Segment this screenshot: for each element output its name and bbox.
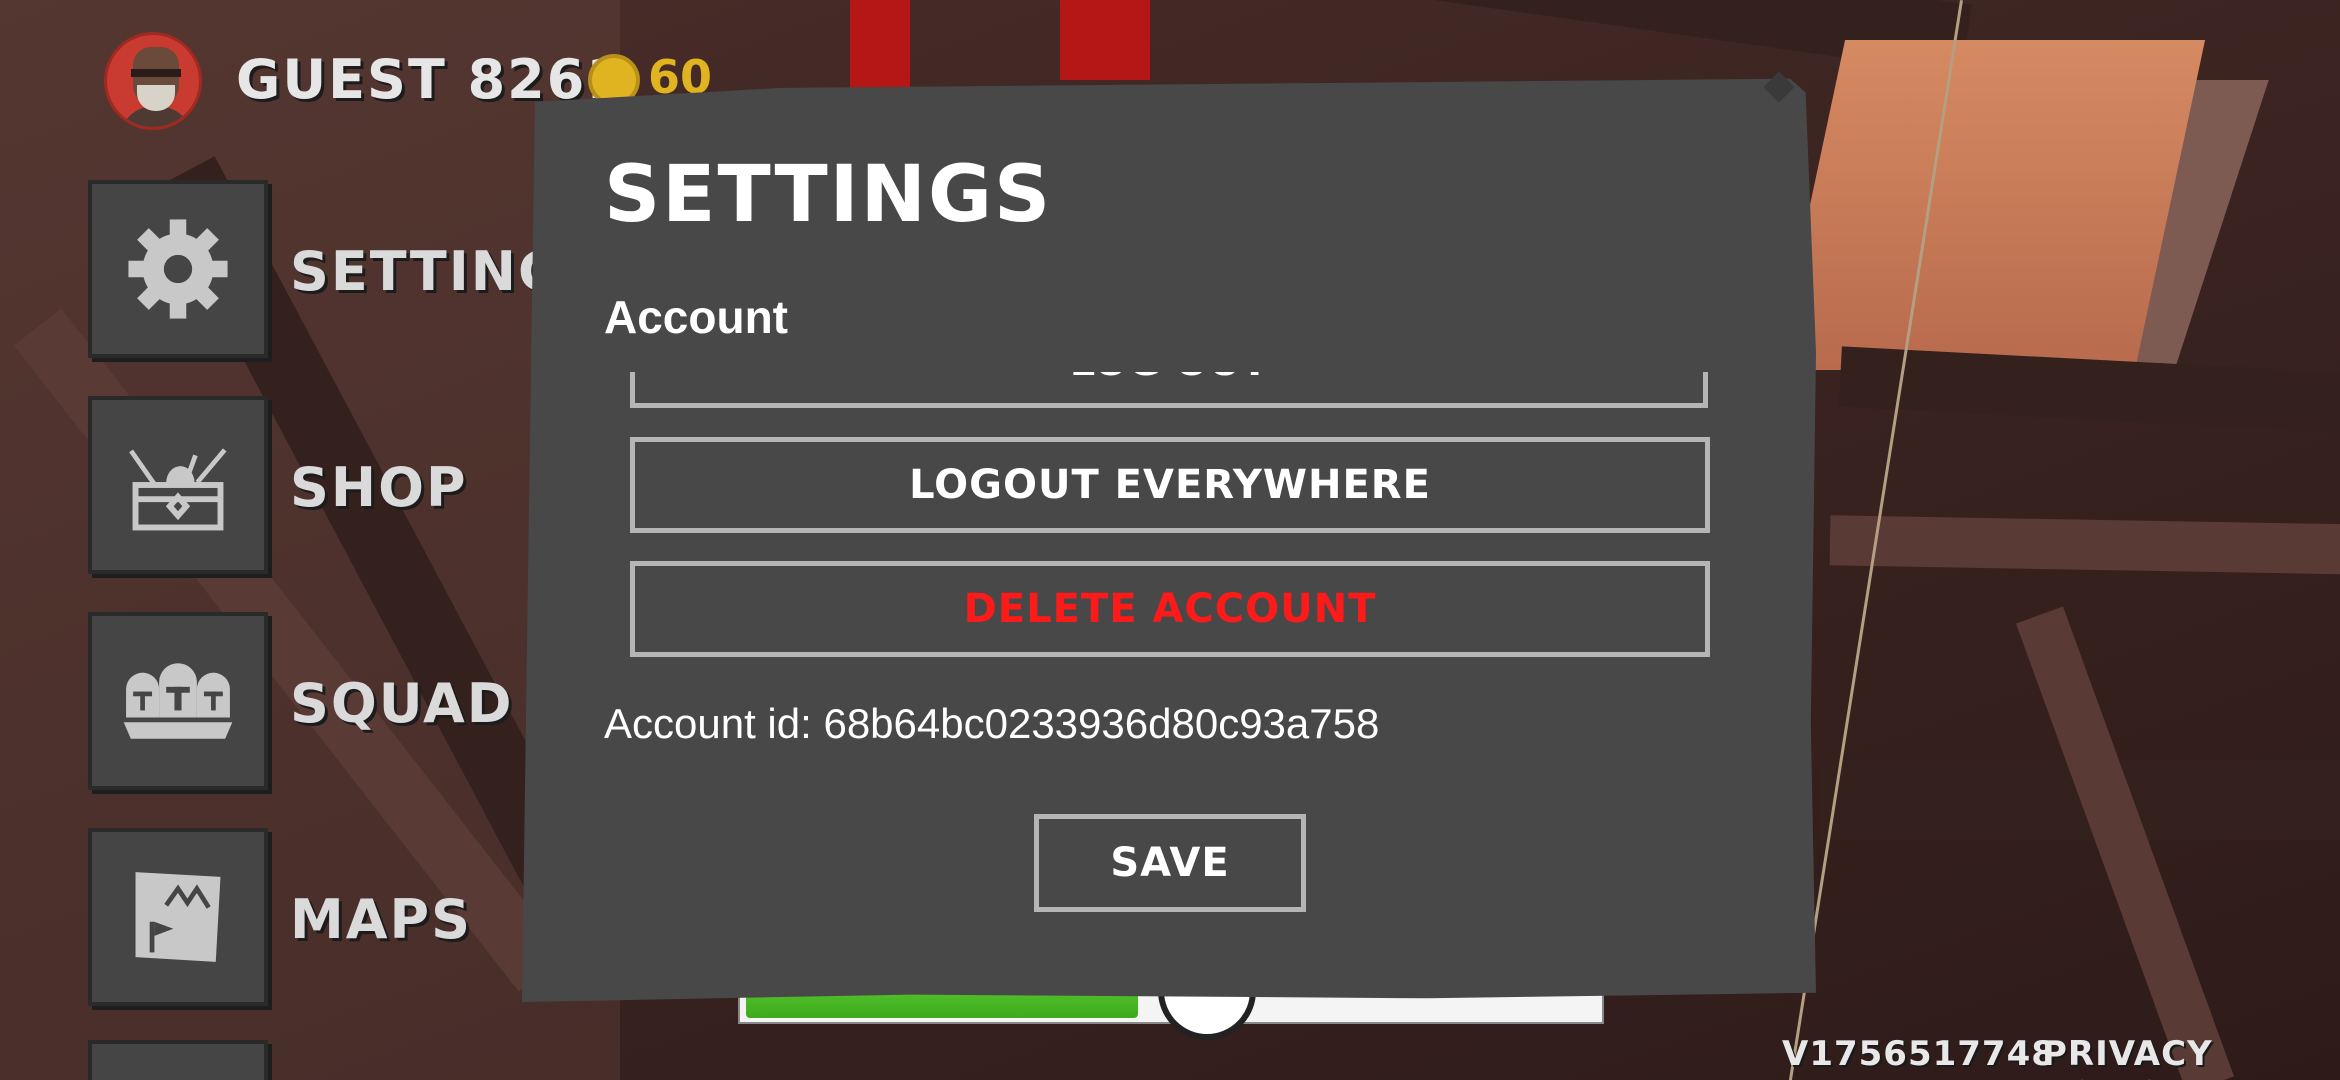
- shop-menu-button[interactable]: [88, 396, 268, 574]
- privacy-policy-link[interactable]: PRIVACY POLICY: [2042, 1034, 2340, 1080]
- menu-label-maps: MAPS: [290, 888, 472, 951]
- maps-menu-button[interactable]: [88, 828, 268, 1006]
- version-label: V1756517748: [1782, 1034, 2056, 1074]
- modal-title: SETTINGS: [604, 150, 1053, 240]
- map-icon: [135, 872, 221, 962]
- more-menu-button[interactable]: [88, 1040, 268, 1080]
- logout-everywhere-button[interactable]: LOGOUT EVERYWHERE: [630, 437, 1710, 533]
- player-avatar[interactable]: [104, 32, 202, 130]
- squad-menu-button[interactable]: [88, 612, 268, 790]
- menu-label-shop: SHOP: [290, 456, 468, 519]
- menu-label-squad: SQUAD: [290, 672, 514, 735]
- section-label-account: Account: [604, 291, 788, 343]
- delete-account-button[interactable]: DELETE ACCOUNT: [630, 561, 1710, 657]
- account-id-text: Account id: 68b64bc0233936d80c93a758: [604, 700, 1380, 747]
- logout-button[interactable]: LOG OUT: [630, 372, 1708, 408]
- knight-helmets-icon: [123, 663, 233, 739]
- treasure-chest-icon: [129, 448, 227, 531]
- gear-icon: [128, 219, 228, 319]
- save-button[interactable]: SAVE: [1034, 814, 1306, 912]
- settings-menu-button[interactable]: [88, 180, 268, 358]
